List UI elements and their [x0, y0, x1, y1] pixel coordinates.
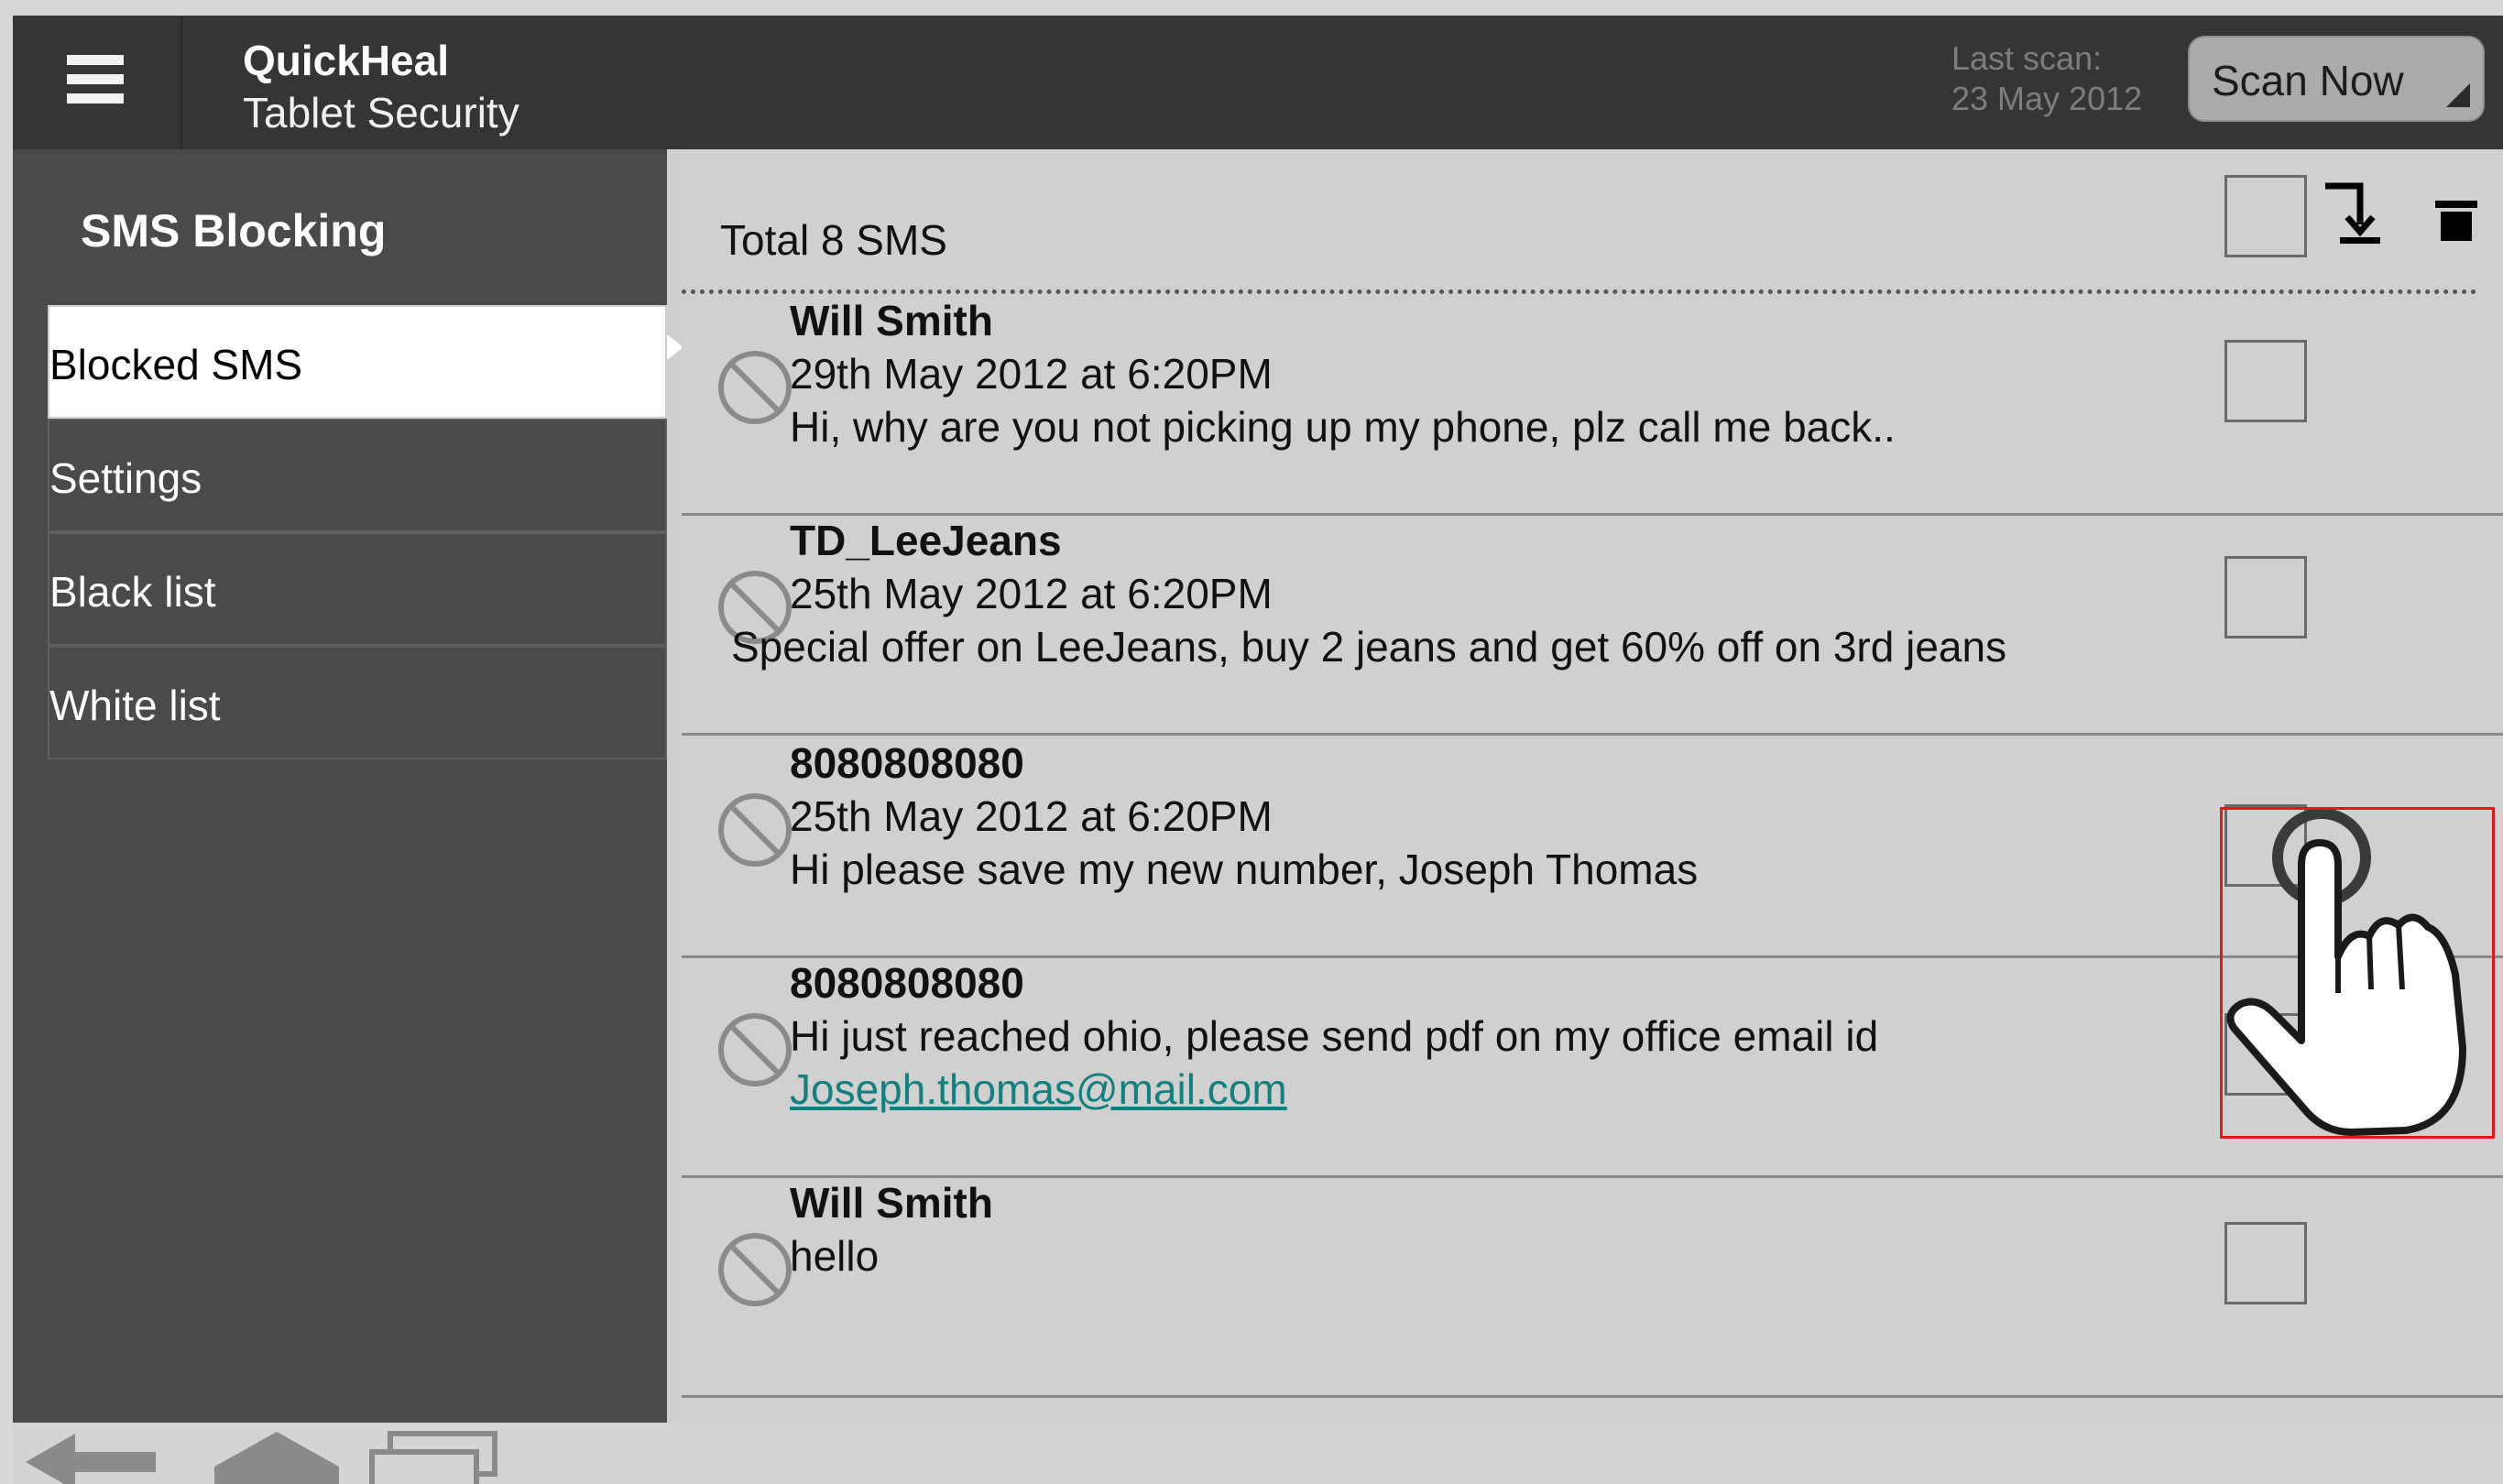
- sms-date: 29th May 2012 at 6:20PM: [790, 350, 1273, 398]
- recent-apps-icon[interactable]: [368, 1430, 498, 1484]
- sidebar-item-white-list[interactable]: White list: [48, 646, 667, 759]
- sidebar-item-label: Blocked SMS: [49, 341, 303, 388]
- sms-date: 25th May 2012 at 6:20PM: [790, 570, 1273, 617]
- block-icon: [718, 351, 792, 424]
- sms-select-checkbox[interactable]: [2224, 556, 2307, 638]
- sms-sender: Will Smith: [790, 297, 993, 344]
- sms-date: 25th May 2012 at 6:20PM: [790, 792, 1273, 840]
- home-icon[interactable]: [213, 1430, 341, 1484]
- sms-sender: 8080808080: [790, 739, 1024, 787]
- total-sms-count: Total 8 SMS: [720, 216, 947, 264]
- app-header: QuickHeal Tablet Security Last scan: 23 …: [13, 16, 2503, 149]
- block-icon: [718, 1013, 792, 1086]
- system-nav-bar: [13, 1423, 2503, 1484]
- sms-body: hello: [790, 1232, 880, 1280]
- dropdown-corner-icon: [2446, 83, 2470, 107]
- sidebar-item-label: White list: [49, 682, 221, 729]
- sms-list-item[interactable]: Will Smith 29th May 2012 at 6:20PM Hi, w…: [682, 296, 2503, 516]
- sidebar-item-label: Black list: [49, 568, 216, 616]
- sms-select-checkbox[interactable]: [2224, 1222, 2307, 1304]
- hand-pointer-icon: [2226, 810, 2466, 1136]
- device-frame: QuickHeal Tablet Security Last scan: 23 …: [0, 0, 2503, 1484]
- sidebar-title: SMS Blocking: [81, 205, 387, 256]
- import-icon[interactable]: [2320, 177, 2393, 250]
- sms-sender: TD_LeeJeans: [790, 517, 1062, 564]
- last-scan-date: 23 May 2012: [1951, 80, 2143, 117]
- list-divider: [682, 289, 2477, 294]
- sms-list-item[interactable]: Will Smith hello: [682, 1178, 2503, 1398]
- sms-body: Hi please save my new number, Joseph Tho…: [790, 846, 1699, 893]
- sidebar-item-settings[interactable]: Settings: [48, 419, 667, 532]
- block-icon: [718, 1233, 792, 1306]
- last-scan-label: Last scan:: [1951, 39, 2103, 77]
- sms-body: Special offer on LeeJeans, buy 2 jeans a…: [731, 623, 2007, 671]
- sidebar-item-blocked-sms[interactable]: Blocked SMS: [48, 305, 667, 419]
- sms-sender: Will Smith: [790, 1179, 993, 1227]
- sms-list-panel: Total 8 SMS Will Smith 29th May 2012 at …: [682, 149, 2503, 1423]
- sms-list-item[interactable]: TD_LeeJeans 25th May 2012 at 6:20PM Spec…: [682, 516, 2503, 736]
- back-arrow-icon[interactable]: [22, 1430, 159, 1484]
- sidebar-item-label: Settings: [49, 454, 202, 502]
- app-subtitle: Tablet Security: [243, 89, 519, 136]
- email-link[interactable]: Joseph.thomas@mail.com: [790, 1064, 1287, 1114]
- select-all-checkbox[interactable]: [2224, 175, 2307, 257]
- tap-highlight: [2220, 807, 2495, 1139]
- scan-now-button[interactable]: Scan Now: [2188, 36, 2485, 122]
- app-title: QuickHeal: [243, 37, 449, 84]
- block-icon: [718, 793, 792, 867]
- sidebar: SMS Blocking Blocked SMS Settings Black …: [13, 149, 683, 1423]
- scan-now-label: Scan Now: [2212, 57, 2404, 104]
- sms-select-checkbox[interactable]: [2224, 340, 2307, 422]
- trash-icon[interactable]: [2433, 197, 2479, 243]
- sms-body: Hi, why are you not picking up my phone,…: [790, 403, 1896, 451]
- menu-button[interactable]: [13, 16, 182, 149]
- sidebar-item-black-list[interactable]: Black list: [48, 532, 667, 646]
- app-screen: QuickHeal Tablet Security Last scan: 23 …: [13, 16, 2503, 1484]
- sms-sender: 8080808080: [790, 959, 1024, 1007]
- sms-body: Hi just reached ohio, please send pdf on…: [790, 1012, 1879, 1060]
